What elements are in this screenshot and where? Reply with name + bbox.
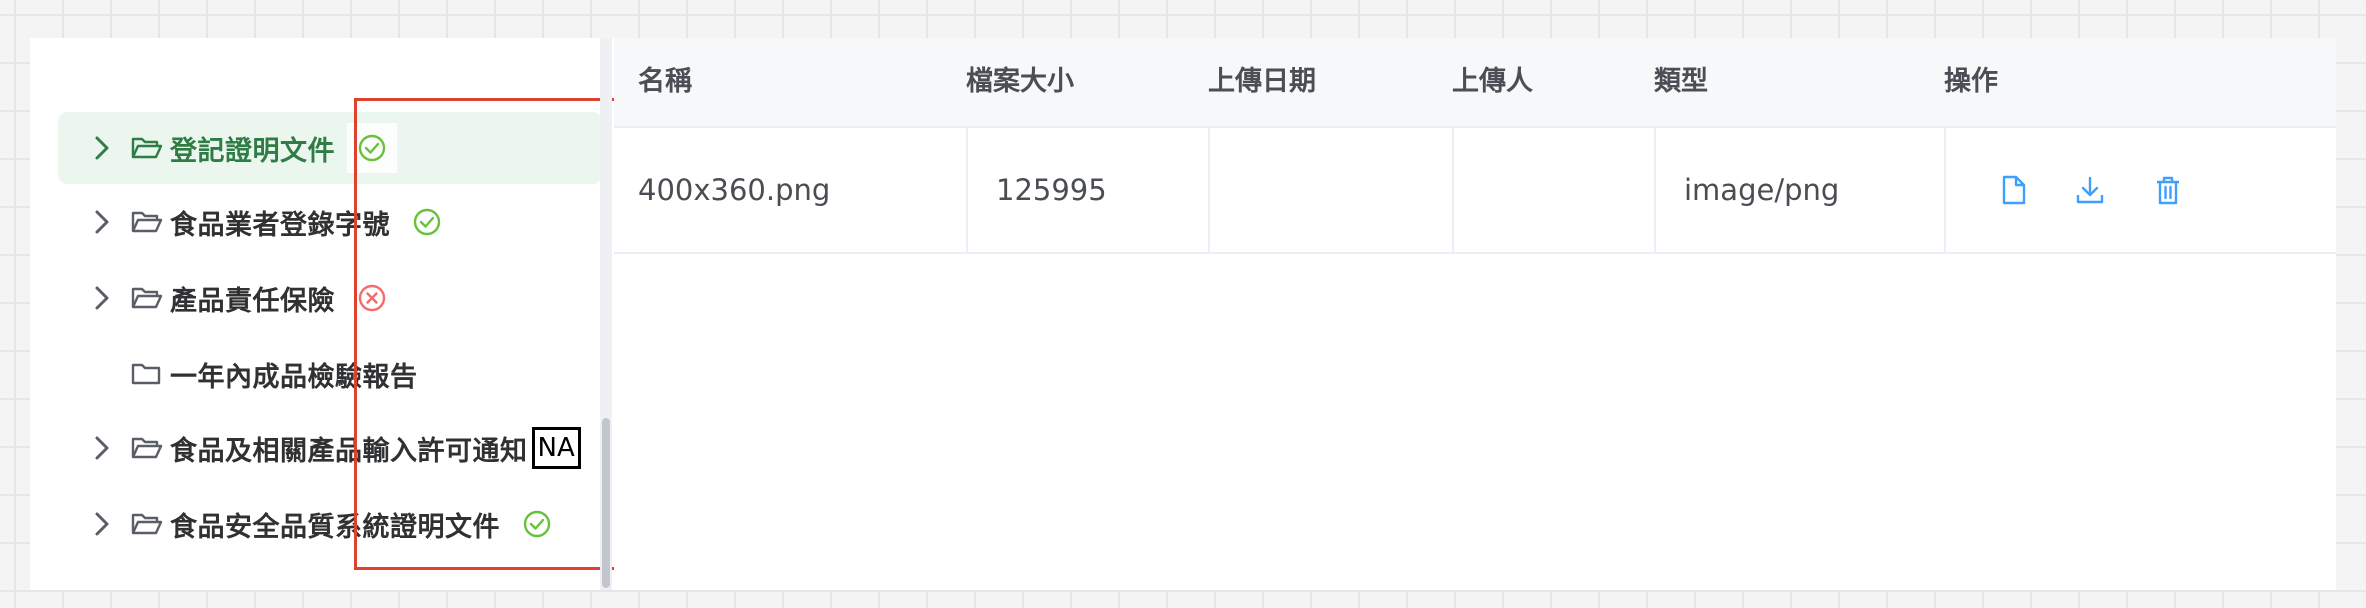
column-divider (1944, 128, 1946, 252)
table-row: 400x360.png 125995 image/png (614, 128, 2336, 254)
column-header-size: 檔案大小 (966, 66, 1074, 97)
tree-item-label: 食品安全品質系統證明文件 (170, 511, 500, 543)
folder-icon (130, 359, 164, 389)
folder-open-icon (130, 207, 164, 237)
chevron-right-icon[interactable] (82, 128, 122, 168)
tree-item-food-safety-quality-certificate[interactable]: 食品安全品質系統證明文件 (58, 488, 562, 560)
tree-item-annual-inspection-report[interactable]: 一年內成品檢驗報告 (58, 338, 418, 410)
folder-open-icon (130, 433, 164, 463)
check-circle-icon (512, 499, 562, 549)
document-icon[interactable] (1994, 170, 2034, 210)
scrollbar-thumb[interactable] (602, 418, 610, 588)
tree-item-label: 食品及相關產品輸入許可通知 (170, 435, 528, 467)
cell-file-size: 125995 (996, 173, 1107, 207)
tree-item-food-business-registration[interactable]: 食品業者登錄字號 (58, 186, 452, 258)
tree-item-import-permit-notice[interactable]: 食品及相關產品輸入許可通知 NA (58, 412, 581, 484)
column-header-name: 名稱 (638, 66, 692, 97)
check-circle-icon (347, 123, 397, 173)
column-header-date: 上傳日期 (1208, 66, 1316, 97)
tree-item-label: 登記證明文件 (170, 135, 335, 167)
check-circle-icon (402, 197, 452, 247)
tree-item-product-liability-insurance[interactable]: 產品責任保險 (58, 262, 397, 334)
document-category-tree: 登記證明文件 食品業者登錄字號 產品責任保險 一年內成品檢驗報告 食品及相關產品… (30, 38, 622, 590)
tree-item-registration-certificate[interactable]: 登記證明文件 (58, 112, 602, 184)
folder-open-icon (130, 133, 164, 163)
folder-open-icon (130, 283, 164, 313)
table-header: 名稱 檔案大小 上傳日期 上傳人 類型 操作 (614, 38, 2336, 128)
close-circle-icon (347, 273, 397, 323)
column-divider (966, 128, 968, 252)
chevron-right-icon[interactable] (82, 504, 122, 544)
file-table: 名稱 檔案大小 上傳日期 上傳人 類型 操作 400x360.png 12599… (614, 38, 2336, 590)
document-panel: 登記證明文件 食品業者登錄字號 產品責任保險 一年內成品檢驗報告 食品及相關產品… (30, 38, 2336, 590)
tree-item-label: 食品業者登錄字號 (170, 209, 390, 241)
column-header-uploader: 上傳人 (1452, 66, 1533, 97)
cell-file-name: 400x360.png (638, 173, 831, 207)
chevron-right-icon[interactable] (82, 278, 122, 318)
chevron-right-icon[interactable] (82, 428, 122, 468)
folder-open-icon (130, 509, 164, 539)
column-header-actions: 操作 (1944, 66, 1998, 97)
tree-item-label: 產品責任保險 (170, 285, 335, 317)
chevron-right-icon[interactable] (82, 202, 122, 242)
na-status-badge: NA (531, 427, 581, 469)
tree-scrollbar[interactable] (600, 38, 612, 590)
cell-file-type: image/png (1684, 173, 1840, 207)
tree-item-label: 一年內成品檢驗報告 (170, 361, 418, 393)
trash-icon[interactable] (2148, 170, 2188, 210)
download-icon[interactable] (2070, 170, 2110, 210)
column-divider (1654, 128, 1656, 252)
column-header-type: 類型 (1654, 66, 1708, 97)
column-divider (1452, 128, 1454, 252)
column-divider (1208, 128, 1210, 252)
